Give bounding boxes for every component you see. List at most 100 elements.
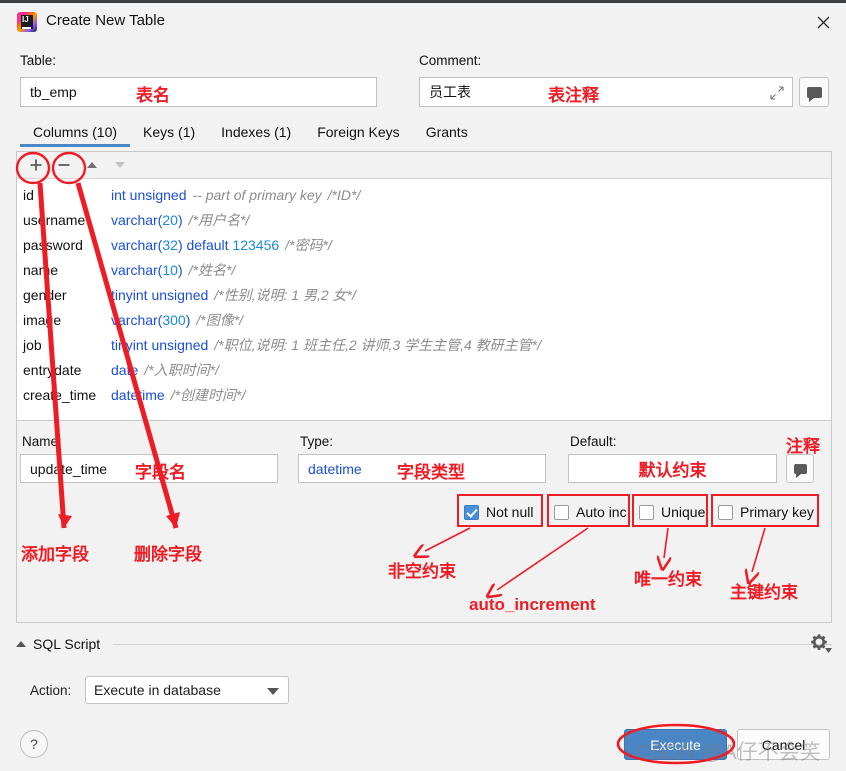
table-row[interactable]: entrydatedate/*入职时间*/ — [23, 358, 831, 383]
table-label: Table: — [20, 53, 56, 68]
annotation-add-field: 添加字段 — [21, 540, 89, 565]
column-comment-cell: /*用户名*/ — [189, 208, 250, 233]
annotation-not-null: 非空约束 — [388, 557, 456, 582]
annotation-delete-field: 删除字段 — [134, 540, 202, 565]
annotation-default: 默认约束 — [639, 456, 707, 481]
divider — [113, 644, 832, 645]
minus-icon[interactable] — [51, 154, 77, 176]
checkbox-box — [464, 505, 479, 520]
column-comment-cell: /*职位,说明: 1 班主任,2 讲师,3 学生主管,4 教研主管*/ — [214, 333, 541, 358]
tab-foreign-keys[interactable]: Foreign Keys — [304, 122, 412, 147]
column-type-cell: varchar(300) — [111, 308, 190, 333]
table-comment-input[interactable]: 员工表 — [419, 77, 793, 107]
checkbox-label: Primary key — [740, 504, 814, 520]
tab-bar: Columns (10) Keys (1) Indexes (1) Foreig… — [20, 122, 832, 150]
annotation-table-comment: 表注释 — [548, 81, 599, 106]
column-name-cell: create_time — [23, 383, 111, 408]
columns-panel: idint unsigned-- part of primary key/*ID… — [16, 151, 832, 421]
column-name-cell: password — [23, 233, 111, 258]
tab-columns[interactable]: Columns (10) — [20, 122, 130, 147]
caret-up-icon — [16, 641, 26, 647]
column-type-cell: varchar(10) — [111, 258, 183, 283]
table-name-value: tb_emp — [30, 84, 77, 100]
comment-bubble-icon[interactable] — [786, 454, 814, 483]
sql-script-header[interactable]: SQL Script — [16, 634, 832, 654]
column-type-cell: varchar(20) — [111, 208, 183, 233]
table-name-input[interactable]: tb_emp — [20, 77, 377, 107]
execute-button[interactable]: Execute — [624, 729, 727, 760]
column-detail-panel — [16, 421, 832, 623]
column-comment-cell: /*性别,说明: 1 男,2 女*/ — [214, 283, 356, 308]
table-row[interactable]: gendertinyint unsigned/*性别,说明: 1 男,2 女*/ — [23, 283, 831, 308]
column-hint-cell: -- part of primary key — [193, 183, 322, 208]
intellij-idea-icon: IJ — [17, 12, 37, 32]
column-type-cell: tinyint unsigned — [111, 333, 208, 358]
column-name-cell: job — [23, 333, 111, 358]
tab-grants[interactable]: Grants — [413, 122, 481, 147]
column-comment-cell: /*入职时间*/ — [144, 358, 219, 383]
table-row[interactable]: passwordvarchar(32) default 123456/*密码*/ — [23, 233, 831, 258]
action-select[interactable]: Execute in database — [85, 676, 289, 704]
columns-list[interactable]: idint unsigned-- part of primary key/*ID… — [17, 179, 831, 408]
column-name-cell: username — [23, 208, 111, 233]
comment-bubble-icon[interactable] — [799, 77, 829, 107]
annotation-primary-key: 主键约束 — [730, 578, 798, 603]
cancel-button[interactable]: Cancel — [737, 729, 830, 760]
checkbox-primary-key[interactable]: Primary key — [718, 500, 814, 524]
checkbox-label: Auto inc — [576, 504, 627, 520]
column-type-value: datetime — [308, 461, 362, 477]
help-button[interactable]: ? — [20, 730, 48, 758]
column-type-cell: tinyint unsigned — [111, 283, 208, 308]
table-row[interactable]: jobtinyint unsigned/*职位,说明: 1 班主任,2 讲师,3… — [23, 333, 831, 358]
checkbox-label: Unique — [661, 504, 705, 520]
checkbox-box — [718, 505, 733, 520]
column-comment-cell: /*创建时间*/ — [171, 383, 246, 408]
column-type-cell: int unsigned — [111, 183, 187, 208]
column-comment-cell: /*ID*/ — [328, 183, 361, 208]
annotation-table-name: 表名 — [136, 81, 170, 106]
column-name-cell: gender — [23, 283, 111, 308]
detail-type-label: Type: — [300, 434, 333, 449]
checkbox-box — [639, 505, 654, 520]
table-row[interactable]: usernamevarchar(20)/*用户名*/ — [23, 208, 831, 233]
detail-default-label: Default: — [570, 434, 617, 449]
table-comment-value: 员工表 — [429, 82, 471, 102]
chevron-down-icon — [267, 688, 279, 695]
checkbox-unique[interactable]: Unique — [639, 500, 705, 524]
column-name-cell: name — [23, 258, 111, 283]
checkbox-label: Not null — [486, 504, 533, 520]
annotation-auto-increment: auto_increment — [469, 595, 596, 615]
table-row[interactable]: imagevarchar(300)/*图像*/ — [23, 308, 831, 333]
arrow-up-icon[interactable] — [79, 154, 105, 176]
annotation-unique: 唯一约束 — [634, 565, 702, 590]
action-select-value: Execute in database — [94, 682, 221, 698]
page-title: Create New Table — [46, 12, 165, 29]
column-comment-cell: /*姓名*/ — [189, 258, 236, 283]
comment-label: Comment: — [419, 53, 481, 68]
column-type-cell: varchar(32) default 123456 — [111, 233, 279, 258]
column-type-cell: date — [111, 358, 138, 383]
table-row[interactable]: create_timedatetime/*创建时间*/ — [23, 383, 831, 408]
action-label: Action: — [30, 683, 71, 698]
plus-icon[interactable] — [23, 154, 49, 176]
sql-script-title: SQL Script — [33, 636, 100, 652]
checkbox-box — [554, 505, 569, 520]
arrow-down-icon[interactable] — [107, 154, 133, 176]
column-name-cell: entrydate — [23, 358, 111, 383]
table-row[interactable]: namevarchar(10)/*姓名*/ — [23, 258, 831, 283]
checkbox-auto-inc[interactable]: Auto inc — [554, 500, 627, 524]
column-type-cell: datetime — [111, 383, 165, 408]
window-title-bar: IJ Create New Table — [0, 0, 846, 38]
tab-keys[interactable]: Keys (1) — [130, 122, 208, 147]
column-comment-cell: /*图像*/ — [196, 308, 243, 333]
column-default-input[interactable]: 默认约束 — [568, 454, 777, 483]
table-row[interactable]: idint unsigned-- part of primary key/*ID… — [23, 183, 831, 208]
detail-name-label: Name: — [22, 434, 62, 449]
close-icon[interactable] — [800, 6, 846, 38]
expand-icon[interactable] — [770, 86, 784, 100]
column-name-cell: id — [23, 183, 111, 208]
checkbox-not-null[interactable]: Not null — [464, 500, 533, 524]
gear-icon[interactable] — [806, 629, 832, 655]
column-name-value: update_time — [30, 461, 107, 477]
tab-indexes[interactable]: Indexes (1) — [208, 122, 304, 147]
